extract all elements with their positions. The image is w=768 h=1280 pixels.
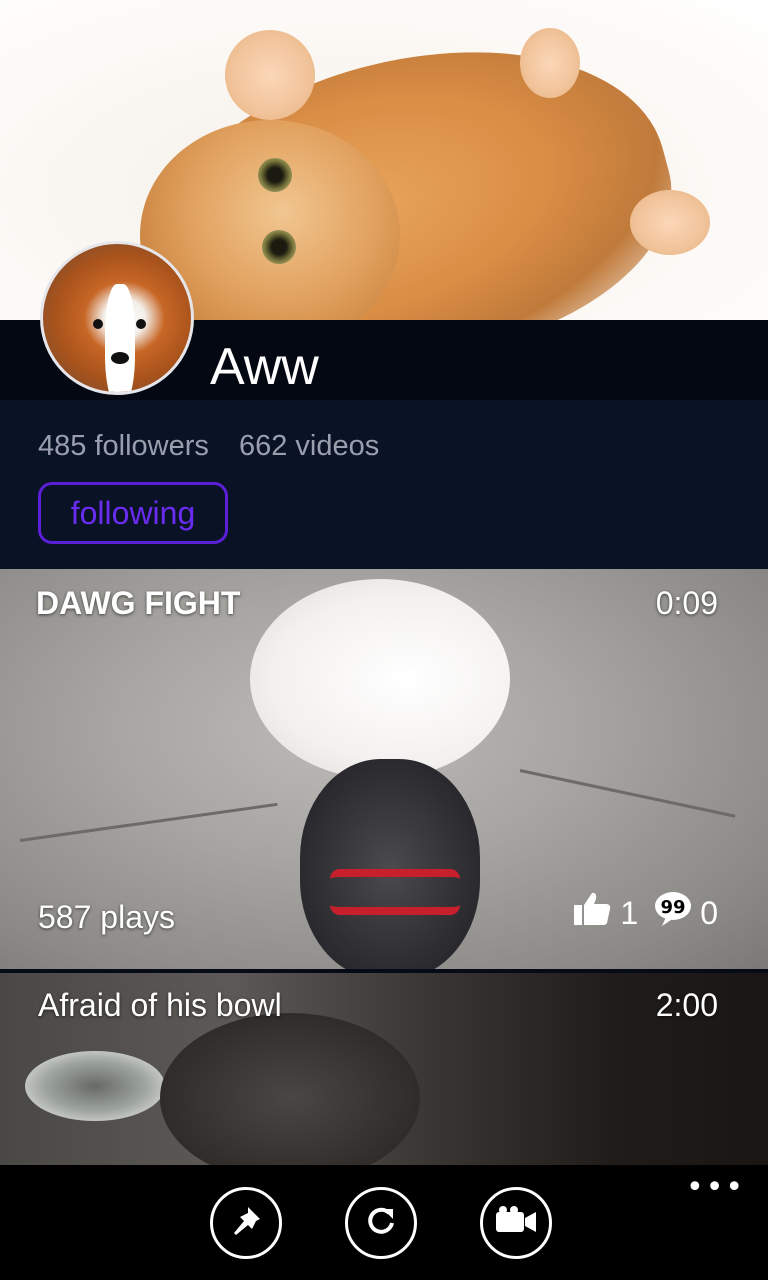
avatar-nose (111, 352, 129, 364)
kitten-eye (258, 158, 292, 192)
kitten-paw (630, 190, 710, 255)
likes-count: 1 (620, 894, 639, 931)
video-camera-button[interactable] (480, 1187, 552, 1259)
video-thumbnail-dark-dog (300, 759, 480, 969)
kitten-paw (520, 28, 580, 98)
avatar-eye (93, 319, 103, 329)
kitten-eye (262, 230, 296, 264)
floor-crack (519, 769, 736, 818)
videos-count: 662 videos (238, 430, 380, 462)
floor-crack (19, 802, 278, 842)
pin-icon (228, 1203, 264, 1243)
video-item[interactable]: DAWG FIGHT 0:09 587 plays 1 99 0 (0, 569, 768, 969)
video-item[interactable]: Afraid of his bowl 2:00 (0, 973, 768, 1165)
video-thumbnail-white-dog (250, 579, 510, 779)
video-title: DAWG FIGHT (36, 585, 241, 621)
video-duration: 2:00 (655, 987, 718, 1023)
channel-stats: 485 followers 662 videos (38, 430, 401, 463)
more-options-button[interactable]: ••• (686, 1173, 745, 1203)
video-title: Afraid of his bowl (38, 987, 282, 1023)
channel-title: Aww (210, 338, 319, 396)
comments-count: 0 (700, 894, 718, 931)
video-social: 1 99 0 (572, 891, 718, 935)
kitten-paw (225, 30, 315, 120)
avatar-eye (136, 319, 146, 329)
refresh-button[interactable] (345, 1187, 417, 1259)
red-harness (330, 869, 460, 915)
video-plays: 587 plays (38, 899, 175, 935)
followers-count: 485 followers (38, 430, 209, 462)
avatar-blaze (105, 284, 135, 392)
pin-button[interactable] (210, 1187, 282, 1259)
following-button[interactable]: following (38, 482, 228, 544)
refresh-icon (363, 1203, 399, 1243)
thumbs-up-icon (572, 891, 612, 935)
video-duration: 0:09 (655, 585, 718, 621)
video-thumbnail-pug (160, 1013, 420, 1165)
video-thumbnail-bowl (25, 1051, 165, 1121)
comment-icon: 99 (654, 891, 692, 935)
svg-text:99: 99 (661, 897, 686, 918)
channel-avatar[interactable] (40, 241, 194, 395)
video-camera-icon (494, 1206, 538, 1240)
